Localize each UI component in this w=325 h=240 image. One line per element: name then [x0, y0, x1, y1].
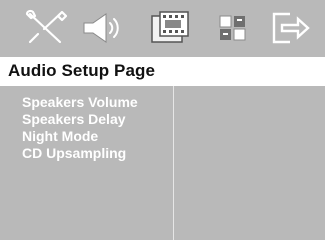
audio-menu: Speakers Volume Speakers Delay Night Mod… — [6, 92, 170, 238]
exit-icon[interactable] — [268, 8, 314, 48]
menu-item-night-mode[interactable]: Night Mode — [22, 128, 98, 144]
speaker-audio-icon[interactable] — [80, 8, 126, 48]
setup-toolbar — [0, 0, 325, 57]
film-video-icon[interactable] — [146, 8, 192, 48]
settings-tools-icon[interactable] — [22, 8, 68, 48]
menu-item-cd-upsampling[interactable]: CD Upsampling — [22, 145, 126, 161]
panel-divider — [173, 86, 174, 240]
page-title-bar: Audio Setup Page — [0, 58, 325, 84]
menu-item-speakers-volume[interactable]: Speakers Volume — [22, 94, 138, 110]
preference-grid-icon[interactable] — [210, 8, 256, 48]
menu-item-speakers-delay[interactable]: Speakers Delay — [22, 111, 126, 127]
page-title: Audio Setup Page — [8, 61, 156, 80]
audio-setup-panel: Speakers Volume Speakers Delay Night Mod… — [0, 86, 325, 240]
audio-setup-screen: Audio Setup Page Speakers Volume Speaker… — [0, 0, 325, 240]
